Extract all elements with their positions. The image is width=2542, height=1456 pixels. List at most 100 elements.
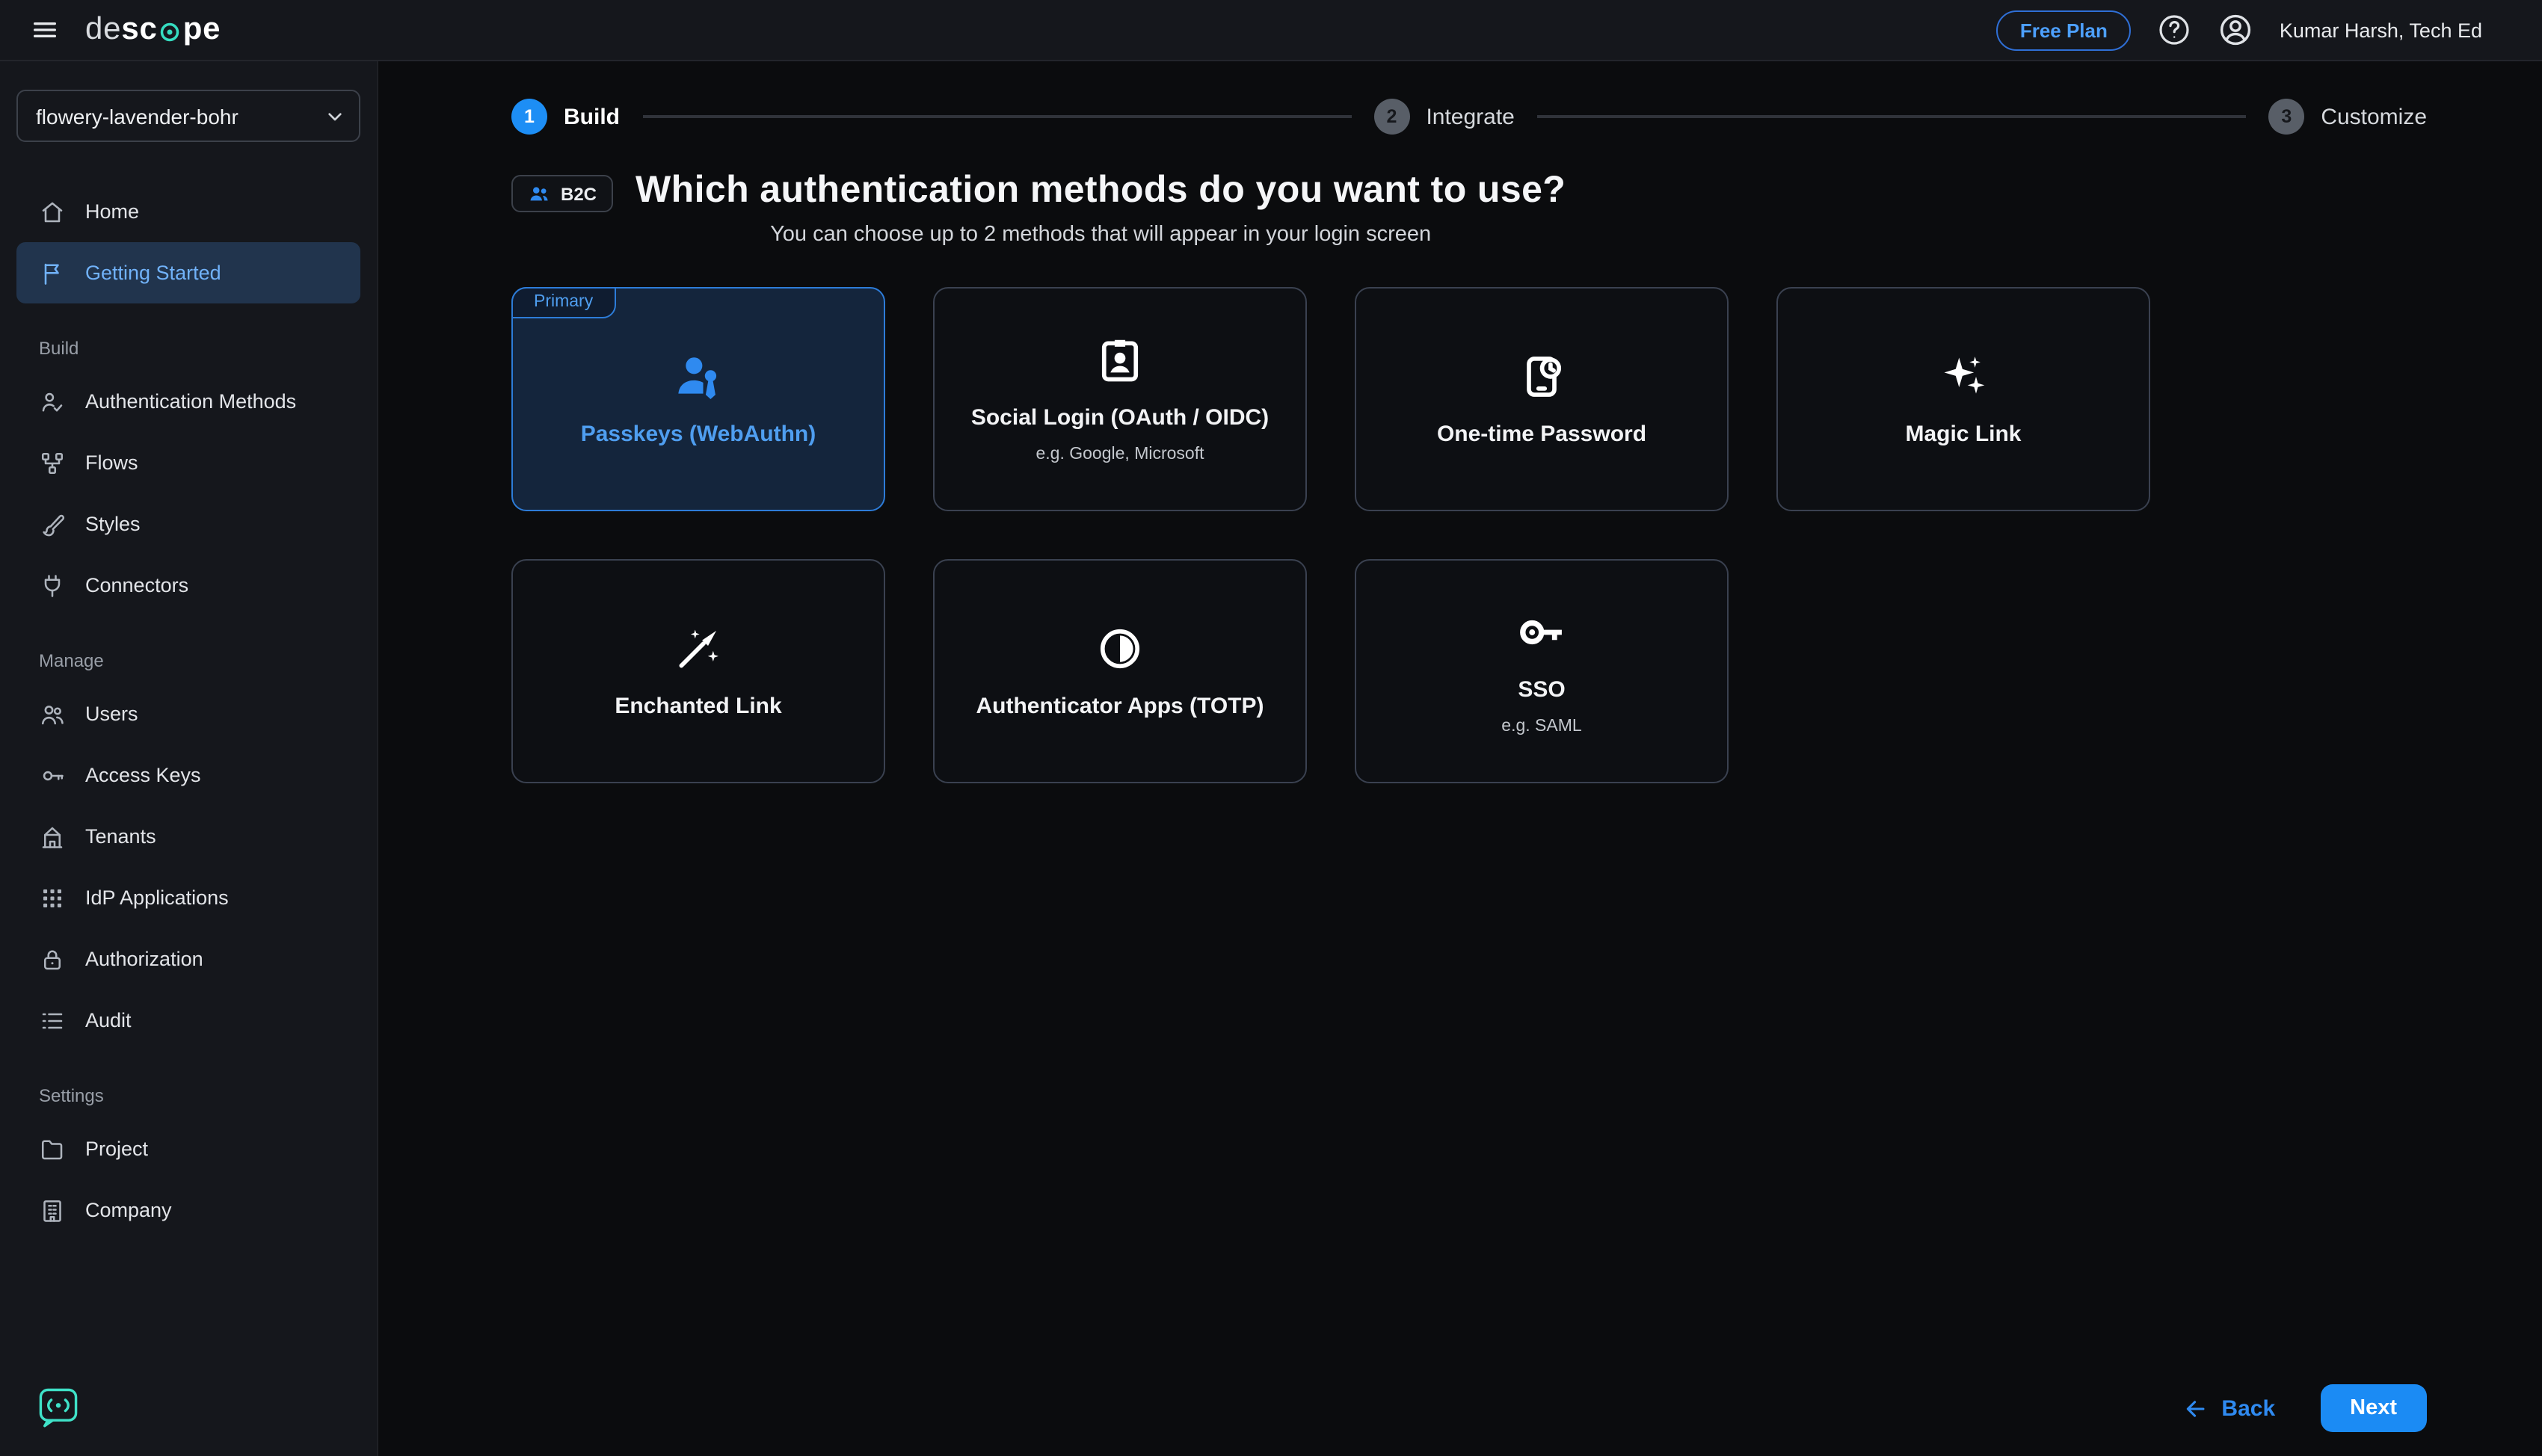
chevron-down-icon <box>323 104 347 128</box>
next-button[interactable]: Next <box>2320 1384 2427 1432</box>
card-label: Social Login (OAuth / OIDC) <box>970 405 1270 431</box>
back-button[interactable]: Back <box>2182 1395 2275 1421</box>
logo-text-de: de <box>85 12 122 46</box>
sidebar-item-idp-applications[interactable]: IdP Applications <box>16 867 360 928</box>
sidebar: flowery-lavender-bohr Home Getting Start… <box>0 61 378 1456</box>
card-one-time-password[interactable]: One-time Password <box>1355 287 1729 511</box>
sidebar-item-label: Company <box>85 1199 172 1221</box>
b2c-badge: B2C <box>511 175 614 212</box>
sidebar-item-label: Project <box>85 1138 149 1160</box>
phone-clock-icon <box>1516 351 1567 402</box>
sso-key-icon <box>1516 607 1567 658</box>
wizard-footer: Back Next <box>2182 1384 2427 1432</box>
hamburger-icon <box>30 15 60 45</box>
user-name: Kumar Harsh, Tech Ed <box>2279 19 2482 41</box>
stepper-connector-line <box>1536 115 2247 118</box>
passkey-person-key-icon <box>673 351 724 402</box>
sidebar-item-flows[interactable]: Flows <box>16 432 360 493</box>
sidebar-item-label: Tenants <box>85 825 156 848</box>
support-chat-button[interactable] <box>36 1384 81 1429</box>
sidebar-item-label: Users <box>85 703 138 725</box>
project-selector[interactable]: flowery-lavender-bohr <box>16 90 360 142</box>
step-label: Build <box>564 104 620 129</box>
wizard-stepper: 1 Build 2 Integrate 3 Customize <box>511 99 2427 135</box>
sidebar-item-company[interactable]: Company <box>16 1179 360 1241</box>
sidebar-item-connectors[interactable]: Connectors <box>16 555 360 616</box>
card-label: Magic Link <box>1905 422 2022 447</box>
card-label: SSO <box>1518 677 1566 703</box>
sidebar-item-label: Home <box>85 200 140 223</box>
primary-tag: Primary <box>511 287 616 318</box>
card-label: Passkeys (WebAuthn) <box>580 422 816 447</box>
users-icon <box>39 700 66 727</box>
sidebar-nav: Home Getting Started Build Authenticatio… <box>16 181 360 1241</box>
sidebar-section-build: Build <box>39 338 79 359</box>
sidebar-item-styles[interactable]: Styles <box>16 493 360 555</box>
sidebar-item-audit[interactable]: Audit <box>16 990 360 1051</box>
sidebar-item-access-keys[interactable]: Access Keys <box>16 744 360 806</box>
sidebar-item-label: Connectors <box>85 574 189 596</box>
sidebar-item-label: Authentication Methods <box>85 390 297 413</box>
flow-diagram-icon <box>39 449 66 476</box>
totp-timer-icon <box>1095 623 1145 674</box>
sidebar-item-authentication-methods[interactable]: Authentication Methods <box>16 371 360 432</box>
person-check-icon <box>39 388 66 415</box>
card-magic-link[interactable]: Magic Link <box>1776 287 2150 511</box>
account-button[interactable] <box>2218 12 2254 48</box>
card-authenticator-apps[interactable]: Authenticator Apps (TOTP) <box>933 559 1307 783</box>
card-passkeys[interactable]: Primary Passkeys (WebAuthn) <box>511 287 885 511</box>
storefront-icon <box>39 823 66 850</box>
sidebar-section-manage: Manage <box>39 650 104 671</box>
logo-text-sc: sc <box>121 12 158 46</box>
plug-icon <box>39 572 66 599</box>
sidebar-item-label: Getting Started <box>85 262 221 284</box>
card-label: Authenticator Apps (TOTP) <box>976 694 1264 719</box>
scope-target-icon <box>159 20 182 43</box>
step-number-badge: 2 <box>1373 99 1410 135</box>
headline: Which authentication methods do you want… <box>636 169 1566 247</box>
sidebar-section-settings: Settings <box>39 1085 104 1106</box>
home-icon <box>39 198 66 225</box>
app-window: desc pe Free Plan Kumar Harsh, Tech Ed <box>0 0 2542 1456</box>
sidebar-item-home[interactable]: Home <box>16 181 360 242</box>
grid-icon <box>39 884 66 911</box>
sidebar-item-users[interactable]: Users <box>16 683 360 744</box>
top-bar-left: de sc pe <box>25 10 221 49</box>
paintbrush-icon <box>39 510 66 537</box>
sparkles-icon <box>1938 351 1989 402</box>
step-number-badge: 3 <box>2268 99 2305 135</box>
top-bar: de sc pe Free Plan Kumar Harsh, Tech Ed <box>0 0 2542 61</box>
card-sso[interactable]: SSO e.g. SAML <box>1355 559 1729 783</box>
people-icon <box>528 182 550 205</box>
folder-icon <box>39 1135 66 1162</box>
page-header: B2C Which authentication methods do you … <box>511 169 2427 247</box>
lock-icon <box>39 946 66 972</box>
page-subtitle: You can choose up to 2 methods that will… <box>770 223 1432 247</box>
sidebar-item-getting-started[interactable]: Getting Started <box>16 242 360 303</box>
step-number-badge: 1 <box>511 99 547 135</box>
card-social-login[interactable]: Social Login (OAuth / OIDC) e.g. Google,… <box>933 287 1307 511</box>
sidebar-item-label: IdP Applications <box>85 886 229 909</box>
stepper-connector-line <box>642 115 1352 118</box>
card-label: Enchanted Link <box>615 694 782 719</box>
hamburger-menu-button[interactable] <box>25 10 64 49</box>
arrow-left-icon <box>2182 1395 2208 1421</box>
user-avatar-icon <box>2218 12 2254 48</box>
flag-icon <box>39 259 66 286</box>
sidebar-item-project[interactable]: Project <box>16 1118 360 1179</box>
page-title: Which authentication methods do you want… <box>636 169 1566 211</box>
logo-text-pe: pe <box>182 12 221 46</box>
project-selector-value: flowery-lavender-bohr <box>36 104 238 128</box>
sidebar-item-label: Styles <box>85 513 141 535</box>
sidebar-item-tenants[interactable]: Tenants <box>16 806 360 867</box>
card-enchanted-link[interactable]: Enchanted Link <box>511 559 885 783</box>
help-button[interactable] <box>2157 12 2193 48</box>
card-sublabel: e.g. Google, Microsoft <box>1035 445 1204 463</box>
step-build: 1 Build <box>511 99 620 135</box>
id-badge-icon <box>1095 335 1145 386</box>
top-bar-right: Free Plan Kumar Harsh, Tech Ed <box>1995 10 2482 50</box>
auth-method-grid: Primary Passkeys (WebAuthn) Social Login… <box>511 287 2427 783</box>
free-plan-button[interactable]: Free Plan <box>1995 10 2132 50</box>
descope-logo: de sc pe <box>85 12 221 48</box>
sidebar-item-authorization[interactable]: Authorization <box>16 928 360 990</box>
